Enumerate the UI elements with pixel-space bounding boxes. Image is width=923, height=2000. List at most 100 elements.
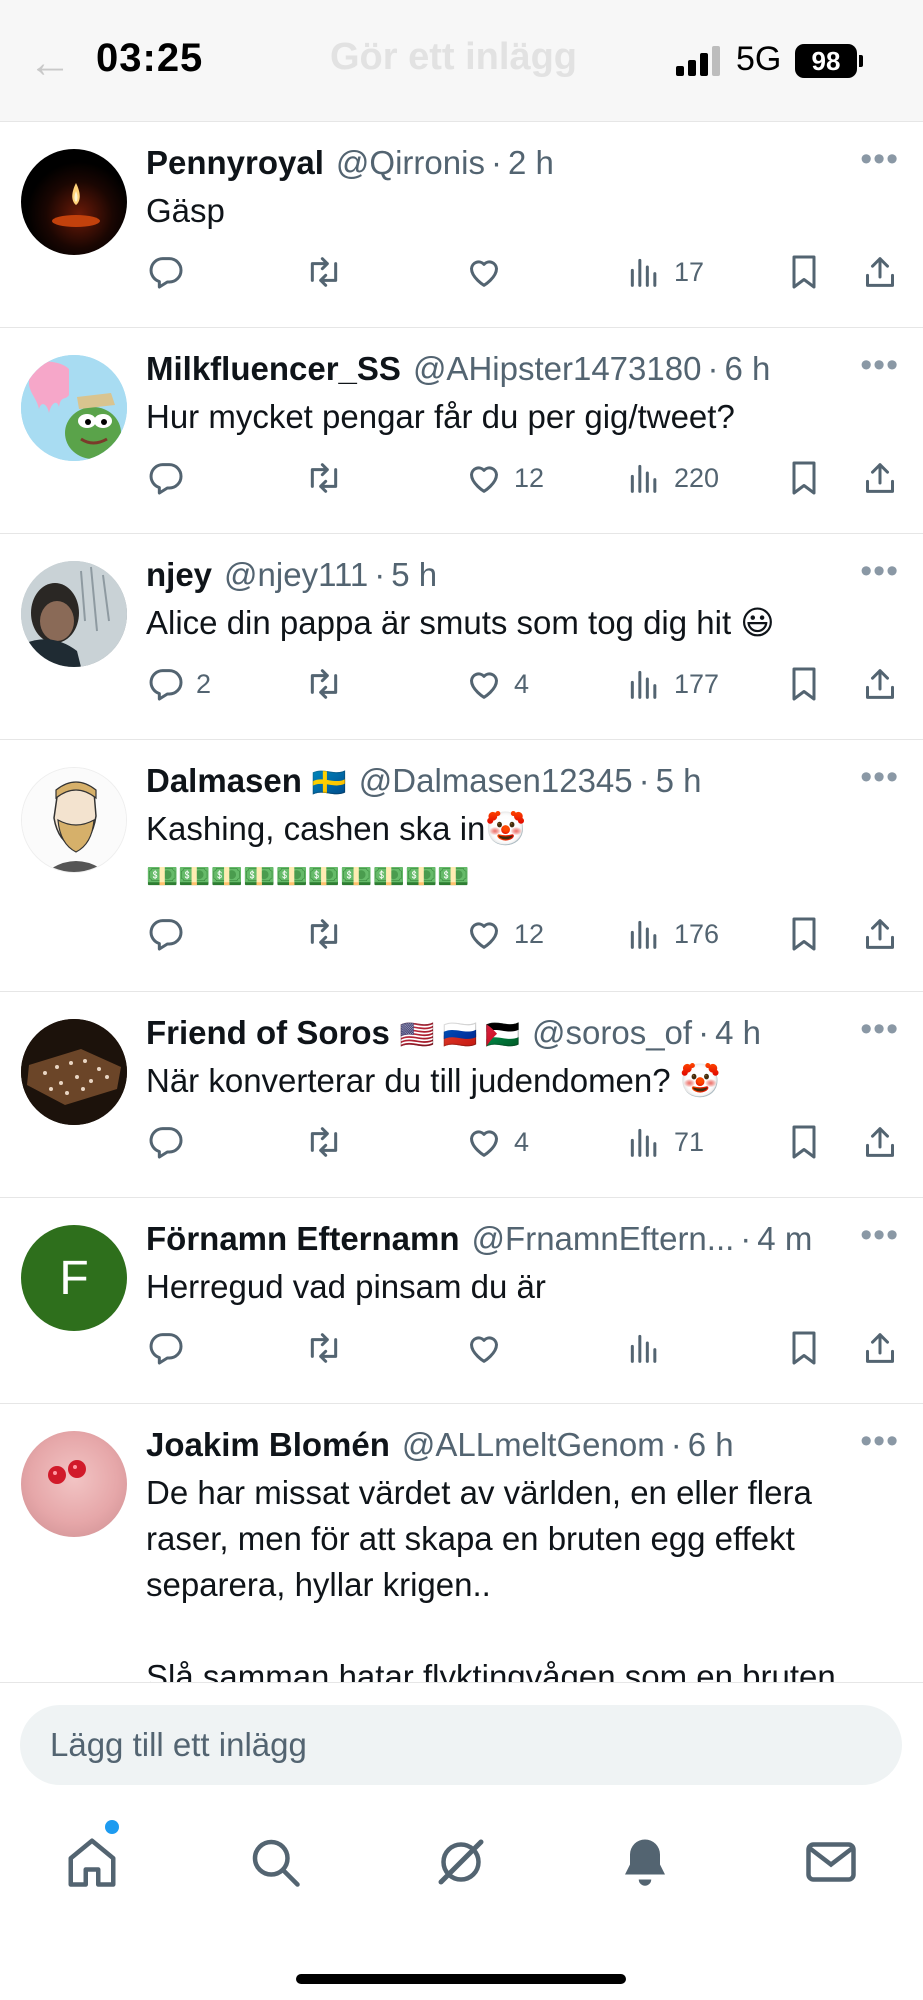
repost-button[interactable] (304, 252, 354, 292)
display-name[interactable]: Friend of Soros (146, 1012, 390, 1054)
flag-emojis: 🇺🇸 🇷🇺 🇵🇸 (399, 1019, 520, 1050)
more-options-icon[interactable]: ••• (860, 140, 899, 179)
share-button[interactable] (860, 458, 900, 498)
timestamp[interactable]: 2 h (508, 142, 554, 184)
views-chart-icon (630, 1128, 657, 1157)
views-button[interactable]: 71 (624, 1122, 704, 1162)
timestamp[interactable]: 4 h (715, 1012, 761, 1054)
tweet[interactable]: Milkfluencer_SS @AHipster1473180 · 6 h •… (0, 328, 923, 534)
share-button[interactable] (860, 1122, 900, 1162)
avatar[interactable] (21, 1431, 127, 1537)
more-options-icon[interactable]: ••• (860, 1216, 899, 1255)
reply-button[interactable] (146, 1122, 196, 1162)
timestamp[interactable]: 5 h (391, 554, 437, 596)
repost-button[interactable] (304, 458, 354, 498)
repost-button[interactable] (304, 1328, 354, 1368)
tweet[interactable]: Friend of Soros 🇺🇸 🇷🇺 🇵🇸 @soros_of · 4 h… (0, 992, 923, 1198)
avatar[interactable] (21, 149, 127, 255)
handle[interactable]: @AHipster1473180 (413, 348, 702, 390)
avatar-letter: F (59, 1251, 89, 1305)
tab-messages[interactable] (801, 1832, 861, 1892)
separator-dot: · (670, 1426, 682, 1463)
avatar[interactable]: F (21, 1225, 127, 1331)
tweet[interactable]: Pennyroyal @Qirronis · 2 h ••• Gäsp 17 (0, 122, 923, 328)
handle[interactable]: @Qirronis (336, 142, 485, 184)
money-emoji-row: 💵💵💵💵💵💵💵💵💵💵 (146, 861, 470, 891)
handle[interactable]: @soros_of (532, 1012, 692, 1054)
like-button[interactable]: 12 (464, 914, 544, 954)
like-button[interactable] (464, 1328, 514, 1368)
share-button[interactable] (860, 914, 900, 954)
like-button[interactable] (464, 252, 514, 292)
display-name[interactable]: Dalmasen (146, 760, 302, 802)
bookmark-icon (792, 255, 816, 289)
repost-button[interactable] (304, 1122, 354, 1162)
handle[interactable]: @Dalmasen12345 (359, 760, 633, 802)
avatar[interactable] (21, 355, 127, 461)
separator-dot: · (698, 1014, 710, 1051)
timestamp[interactable]: 4 m (757, 1218, 812, 1260)
tab-search[interactable] (245, 1832, 305, 1892)
views-button[interactable] (624, 1328, 674, 1368)
back-arrow-icon[interactable]: ← (28, 38, 72, 88)
bookmark-button[interactable] (784, 664, 824, 704)
timestamp[interactable]: 6 h (724, 348, 770, 390)
views-button[interactable]: 177 (624, 664, 719, 704)
views-button[interactable]: 17 (624, 252, 704, 292)
share-icon (866, 919, 894, 949)
tweet[interactable]: F Förnamn Efternamn @FrnamnEftern... · 4… (0, 1198, 923, 1404)
tweet[interactable]: njey @njey111 · 5 h ••• Alice din pappa … (0, 534, 923, 740)
display-name[interactable]: Joakim Blomén (146, 1424, 390, 1466)
reply-button[interactable] (146, 914, 196, 954)
bookmark-button[interactable] (784, 1122, 824, 1162)
mail-icon (806, 1842, 856, 1882)
views-button[interactable]: 220 (624, 458, 719, 498)
like-button[interactable]: 12 (464, 458, 544, 498)
display-name[interactable]: Milkfluencer_SS (146, 348, 401, 390)
heart-icon (470, 466, 498, 493)
timestamp[interactable]: 6 h (688, 1424, 734, 1466)
handle[interactable]: @njey111 (224, 554, 368, 596)
reply-button[interactable] (146, 252, 196, 292)
tweet-actions: 17 (146, 238, 903, 324)
search-icon (252, 1839, 300, 1887)
more-options-icon[interactable]: ••• (860, 552, 899, 591)
display-name[interactable]: Förnamn Efternamn (146, 1218, 460, 1260)
reply-button[interactable] (146, 1328, 196, 1368)
bookmark-button[interactable] (784, 458, 824, 498)
compose-input[interactable]: Lägg till ett inlägg (20, 1705, 902, 1785)
views-chart-icon (630, 1334, 657, 1363)
handle[interactable]: @ALLmeltGenom (402, 1424, 665, 1466)
tab-grok[interactable] (431, 1832, 491, 1892)
reply-feed[interactable]: Pennyroyal @Qirronis · 2 h ••• Gäsp 17 M… (0, 122, 923, 1682)
more-options-icon[interactable]: ••• (860, 758, 899, 797)
bookmark-button[interactable] (784, 914, 824, 954)
handle[interactable]: @FrnamnEftern... (472, 1218, 735, 1260)
tab-home[interactable] (62, 1832, 122, 1892)
repost-button[interactable] (304, 664, 354, 704)
more-options-icon[interactable]: ••• (860, 1422, 899, 1461)
bookmark-button[interactable] (784, 252, 824, 292)
avatar[interactable] (21, 767, 127, 873)
tab-notifications[interactable] (615, 1832, 675, 1892)
display-name[interactable]: Pennyroyal (146, 142, 324, 184)
like-button[interactable]: 4 (464, 664, 529, 704)
repost-button[interactable] (304, 914, 354, 954)
avatar[interactable] (21, 561, 127, 667)
avatar[interactable] (21, 1019, 127, 1125)
dark-photo-image (21, 1019, 127, 1125)
share-button[interactable] (860, 1328, 900, 1368)
more-options-icon[interactable]: ••• (860, 346, 899, 385)
timestamp[interactable]: 5 h (656, 760, 702, 802)
views-button[interactable]: 176 (624, 914, 719, 954)
share-button[interactable] (860, 252, 900, 292)
display-name[interactable]: njey (146, 554, 212, 596)
bookmark-button[interactable] (784, 1328, 824, 1368)
share-button[interactable] (860, 664, 900, 704)
tweet[interactable]: Joakim Blomén @ALLmeltGenom · 6 h ••• De… (0, 1404, 923, 1682)
like-button[interactable]: 4 (464, 1122, 529, 1162)
tweet[interactable]: Dalmasen 🇸🇪 @Dalmasen12345 · 5 h ••• Kas… (0, 740, 923, 992)
reply-button[interactable]: 2 (146, 664, 211, 704)
more-options-icon[interactable]: ••• (860, 1010, 899, 1049)
reply-button[interactable] (146, 458, 196, 498)
